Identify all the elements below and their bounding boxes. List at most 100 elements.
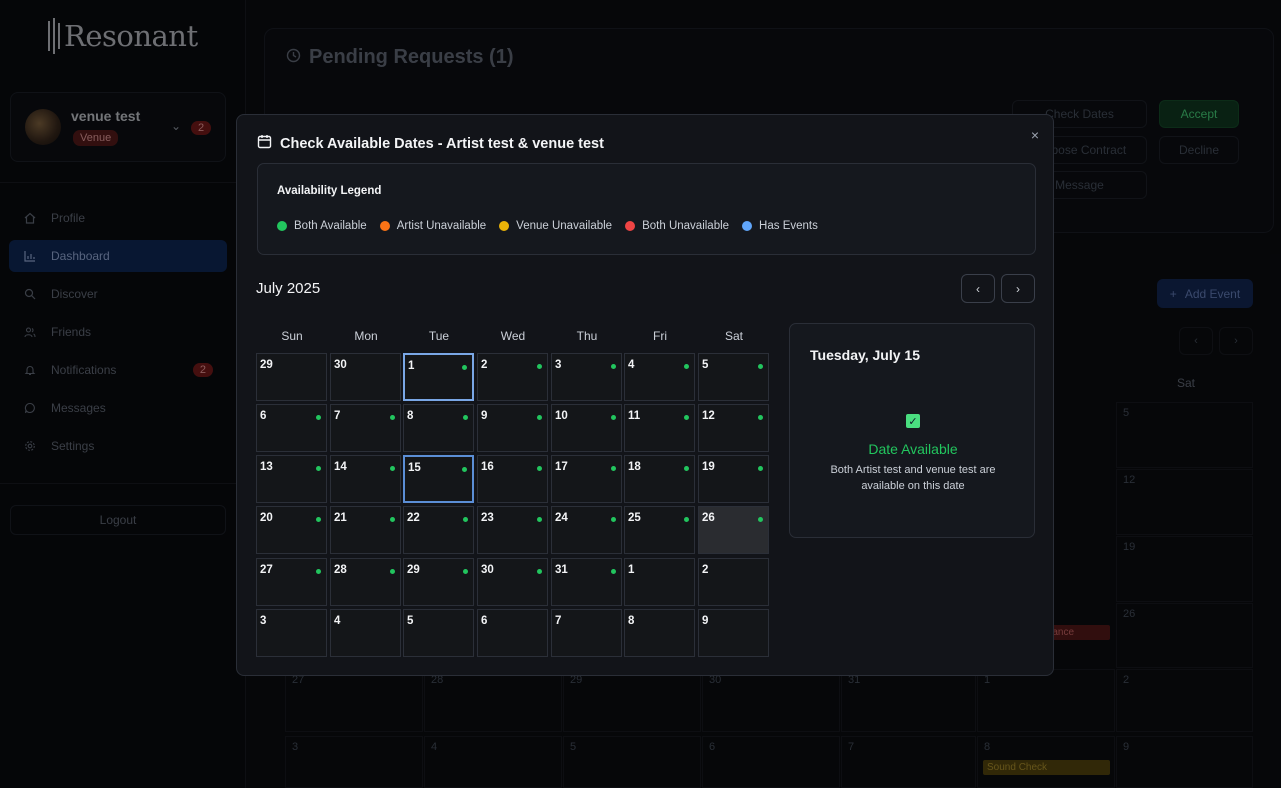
calendar-day-cell[interactable]: 18 bbox=[624, 455, 695, 503]
legend-dot-icon bbox=[742, 221, 753, 231]
availability-description: Both Artist test and venue test are avai… bbox=[830, 464, 996, 492]
calendar-day-cell[interactable]: 25 bbox=[624, 506, 695, 554]
availability-dot-icon bbox=[463, 415, 468, 420]
weekday-label: Fri bbox=[653, 329, 667, 343]
day-number: 8 bbox=[628, 615, 635, 627]
calendar-day-cell[interactable]: 19 bbox=[698, 455, 769, 503]
legend-title: Availability Legend bbox=[277, 185, 382, 197]
calendar-day-cell[interactable]: 24 bbox=[551, 506, 622, 554]
day-number: 13 bbox=[260, 461, 273, 473]
legend-item: Has Events bbox=[742, 220, 818, 232]
availability-dot-icon bbox=[390, 517, 395, 522]
calendar-day-cell[interactable]: 5 bbox=[698, 353, 769, 401]
close-icon[interactable]: × bbox=[1031, 127, 1039, 143]
day-number: 8 bbox=[407, 410, 414, 422]
calendar-day-cell[interactable]: 29 bbox=[256, 353, 327, 401]
calendar-day-cell[interactable]: 15 bbox=[403, 455, 474, 503]
availability-dot-icon bbox=[537, 569, 542, 574]
calendar-day-cell[interactable]: 23 bbox=[477, 506, 548, 554]
day-number: 4 bbox=[628, 359, 635, 371]
calendar-day-cell[interactable]: 13 bbox=[256, 455, 327, 503]
calendar-day-cell[interactable]: 1 bbox=[403, 353, 474, 401]
weekday-label: Sun bbox=[281, 329, 303, 343]
legend-item: Both Unavailable bbox=[625, 220, 729, 232]
legend-label: Has Events bbox=[759, 220, 818, 232]
calendar-day-cell[interactable]: 9 bbox=[477, 404, 548, 452]
calendar-day-cell[interactable]: 30 bbox=[330, 353, 401, 401]
calendar-day-cell[interactable]: 5 bbox=[403, 609, 474, 657]
availability-dot-icon bbox=[758, 364, 763, 369]
calendar-day-cell[interactable]: 7 bbox=[330, 404, 401, 452]
prev-month-button[interactable]: ‹ bbox=[961, 274, 995, 303]
calendar-day-cell[interactable]: 9 bbox=[698, 609, 769, 657]
legend-item: Both Available bbox=[277, 220, 367, 232]
date-details-panel: Tuesday, July 15 ✓ Date Available Both A… bbox=[789, 323, 1035, 538]
day-number: 30 bbox=[334, 359, 347, 371]
legend-label: Artist Unavailable bbox=[396, 220, 487, 232]
day-number: 7 bbox=[555, 615, 562, 627]
legend-dot-icon bbox=[499, 221, 510, 231]
day-number: 16 bbox=[481, 461, 494, 473]
calendar-day-cell[interactable]: 29 bbox=[403, 558, 474, 606]
calendar-day-cell[interactable]: 16 bbox=[477, 455, 548, 503]
availability-dot-icon bbox=[462, 467, 467, 472]
calendar-day-cell[interactable]: 11 bbox=[624, 404, 695, 452]
calendar-day-cell[interactable]: 2 bbox=[698, 558, 769, 606]
day-number: 28 bbox=[334, 564, 347, 576]
calendar-day-cell[interactable]: 17 bbox=[551, 455, 622, 503]
calendar-day-cell[interactable]: 4 bbox=[624, 353, 695, 401]
availability-dot-icon bbox=[462, 365, 467, 370]
calendar-day-cell[interactable]: 8 bbox=[403, 404, 474, 452]
calendar-day-cell[interactable]: 31 bbox=[551, 558, 622, 606]
calendar-day-cell[interactable]: 4 bbox=[330, 609, 401, 657]
calendar-day-cell[interactable]: 22 bbox=[403, 506, 474, 554]
day-number: 22 bbox=[407, 512, 420, 524]
day-number: 17 bbox=[555, 461, 568, 473]
calendar-day-cell[interactable]: 27 bbox=[256, 558, 327, 606]
calendar-day-cell[interactable]: 6 bbox=[477, 609, 548, 657]
availability-dot-icon bbox=[390, 415, 395, 420]
calendar-day-cell[interactable]: 3 bbox=[256, 609, 327, 657]
check-dates-modal: Check Available Dates - Artist test & ve… bbox=[236, 114, 1054, 676]
calendar-day-cell[interactable]: 26 bbox=[698, 506, 769, 554]
calendar-day-cell[interactable]: 1 bbox=[624, 558, 695, 606]
day-number: 9 bbox=[702, 615, 709, 627]
legend-label: Venue Unavailable bbox=[516, 220, 613, 232]
calendar-day-cell[interactable]: 3 bbox=[551, 353, 622, 401]
day-number: 15 bbox=[408, 462, 421, 474]
calendar-day-cell[interactable]: 12 bbox=[698, 404, 769, 452]
day-number: 12 bbox=[702, 410, 715, 422]
calendar-day-cell[interactable]: 28 bbox=[330, 558, 401, 606]
day-number: 26 bbox=[702, 512, 715, 524]
availability-dot-icon bbox=[463, 517, 468, 522]
availability-dot-icon bbox=[758, 466, 763, 471]
weekday-label: Tue bbox=[428, 329, 450, 343]
availability-dot-icon bbox=[684, 364, 689, 369]
next-month-button[interactable]: › bbox=[1001, 274, 1035, 303]
calendar-day-cell[interactable]: 8 bbox=[624, 609, 695, 657]
availability-legend: Availability Legend Both Available Artist… bbox=[257, 163, 1036, 255]
app-root: Resonant venue test Venue ⌄ 2 Profile Da… bbox=[0, 0, 1281, 788]
availability-dot-icon bbox=[758, 517, 763, 522]
calendar-day-cell[interactable]: 30 bbox=[477, 558, 548, 606]
calendar-day-cell[interactable]: 21 bbox=[330, 506, 401, 554]
month-label: July 2025 bbox=[256, 280, 321, 297]
calendar-day-cell[interactable]: 14 bbox=[330, 455, 401, 503]
calendar-day-cell[interactable]: 2 bbox=[477, 353, 548, 401]
availability-dot-icon bbox=[758, 415, 763, 420]
calendar-day-cell[interactable]: 20 bbox=[256, 506, 327, 554]
day-number: 20 bbox=[260, 512, 273, 524]
calendar-day-cell[interactable]: 6 bbox=[256, 404, 327, 452]
weekday-label: Sat bbox=[724, 329, 743, 343]
calendar-icon bbox=[257, 134, 272, 153]
day-number: 18 bbox=[628, 461, 641, 473]
availability-dot-icon bbox=[611, 415, 616, 420]
availability-dot-icon bbox=[684, 466, 689, 471]
legend-dot-icon bbox=[379, 221, 390, 231]
day-number: 5 bbox=[407, 615, 414, 627]
day-number: 30 bbox=[481, 564, 494, 576]
legend-label: Both Available bbox=[294, 220, 367, 232]
day-number: 3 bbox=[555, 359, 562, 371]
calendar-day-cell[interactable]: 7 bbox=[551, 609, 622, 657]
calendar-day-cell[interactable]: 10 bbox=[551, 404, 622, 452]
